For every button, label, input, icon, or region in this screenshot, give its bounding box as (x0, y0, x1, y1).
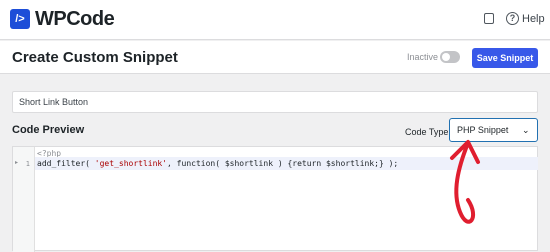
annotation-arrow-icon (450, 140, 480, 224)
